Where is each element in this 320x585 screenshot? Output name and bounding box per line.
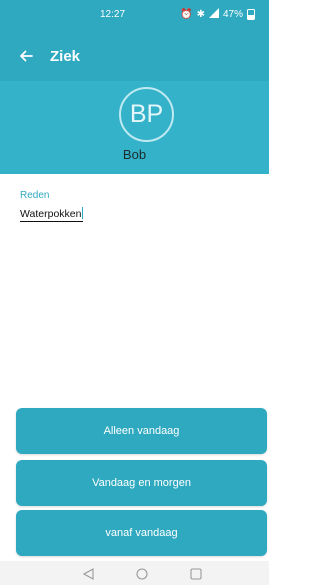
app-bar: Ziek	[0, 33, 269, 81]
signal-icon	[208, 8, 219, 21]
alarm-icon: ⏰	[180, 8, 193, 20]
nav-recent-apps-icon[interactable]	[190, 567, 202, 585]
screen: 12:27 ⏰ ✱ 47% Ziek BP Bob Reden Waterpok…	[0, 0, 269, 585]
reason-value: Waterpokken	[20, 208, 82, 220]
system-nav-bar	[0, 561, 269, 585]
text-cursor	[82, 207, 84, 219]
nav-home-icon[interactable]	[136, 567, 148, 585]
today-only-button[interactable]: Alleen vandaag	[16, 408, 267, 454]
profile-name: Bob	[122, 147, 147, 162]
avatar-initials: BP	[129, 100, 164, 128]
profile-header: BP Bob	[0, 81, 269, 174]
status-bar: 12:27 ⏰ ✱ 47%	[0, 0, 269, 33]
status-icons: ⏰ ✱ 47%	[180, 8, 255, 21]
reason-label: Reden	[20, 190, 50, 201]
back-arrow-icon[interactable]	[17, 47, 35, 65]
battery-icon	[247, 9, 255, 20]
nav-back-icon[interactable]	[82, 567, 94, 585]
today-and-tomorrow-button[interactable]: Vandaag en morgen	[16, 460, 267, 506]
bluetooth-icon: ✱	[196, 8, 205, 20]
reason-form: Reden Waterpokken	[20, 190, 250, 222]
reason-input[interactable]: Waterpokken	[20, 207, 84, 222]
page-title: Ziek	[50, 48, 81, 65]
battery-percent: 47%	[222, 9, 243, 20]
avatar: BP	[119, 87, 174, 142]
status-time: 12:27	[100, 9, 126, 20]
from-today-button[interactable]: vanaf vandaag	[16, 510, 267, 556]
